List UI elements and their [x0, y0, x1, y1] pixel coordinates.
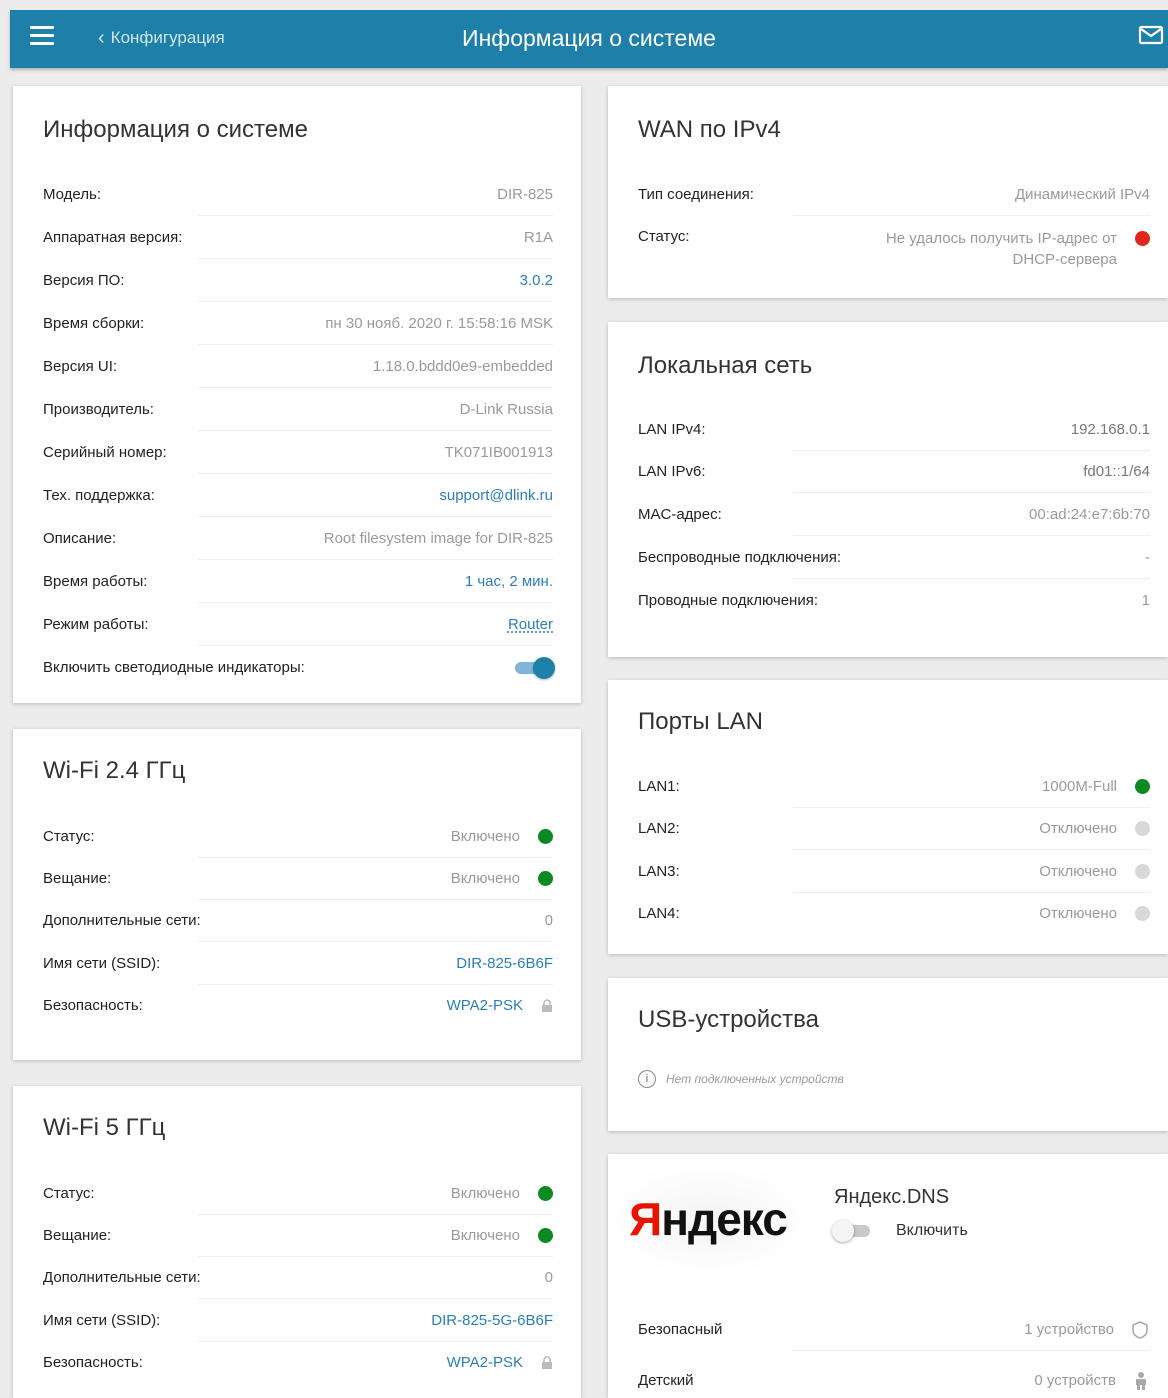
support-email-link[interactable]: support@dlink.ru: [439, 487, 553, 504]
row-wifi5-extra: Дополнительные сети: 0: [43, 1256, 553, 1299]
top-bar: ‹ Конфигурация Информация о системе: [10, 10, 1168, 68]
wifi5-security-link[interactable]: WPA2-PSK: [447, 1354, 523, 1371]
row-serial: Серийный номер: TK071IB001913: [43, 431, 553, 474]
row-build-time: Время сборки: пн 30 нояб. 2020 г. 15:58:…: [43, 302, 553, 345]
info-icon: i: [638, 1070, 656, 1088]
row-wan-type: Тип соединения: Динамический IPv4: [638, 173, 1150, 216]
lan-ports-card: Порты LAN LAN1: 1000M-Full LAN2: Отключе…: [608, 680, 1168, 954]
row-led: Включить светодиодные индикаторы:: [43, 646, 555, 689]
led-toggle[interactable]: [515, 656, 555, 679]
card-title: WAN по IPv4: [638, 116, 781, 143]
lock-icon: [542, 1355, 552, 1369]
card-title: USB-устройства: [638, 1006, 819, 1033]
row-hw-version: Аппаратная версия: R1A: [43, 216, 553, 259]
row-lan-wireless: Беспроводные подключения: -: [638, 536, 1150, 579]
row-wifi5-security: Безопасность: WPA2-PSK: [43, 1341, 553, 1384]
row-yandex-safe: Безопасный 1 устройство: [638, 1308, 1150, 1351]
row-mode: Режим работы: Router: [43, 603, 553, 646]
page-title: Информация о системе: [462, 25, 716, 51]
status-ok-icon: [538, 1186, 553, 1201]
row-uptime: Время работы: 1 час, 2 мин.: [43, 560, 553, 603]
wifi-24-card: Wi-Fi 2.4 ГГц Статус: Включено Вещание: …: [13, 729, 581, 1060]
wifi24-security-link[interactable]: WPA2-PSK: [447, 997, 523, 1014]
row-wifi24-extra: Дополнительные сети: 0: [43, 899, 553, 942]
port-down-icon: [1135, 864, 1150, 879]
port-down-icon: [1135, 906, 1150, 921]
status-ok-icon: [538, 871, 553, 886]
wifi24-ssid-link[interactable]: DIR-825-6B6F: [456, 955, 553, 972]
wifi-5-card: Wi-Fi 5 ГГц Статус: Включено Вещание: Вк…: [13, 1086, 581, 1398]
row-ui-version: Версия UI: 1.18.0.bddd0e9-embedded: [43, 345, 553, 388]
mail-icon[interactable]: [1138, 24, 1164, 46]
row-wifi24-security: Безопасность: WPA2-PSK: [43, 984, 553, 1027]
status-error-icon: [1135, 231, 1150, 246]
status-ok-icon: [538, 829, 553, 844]
card-title: Wi-Fi 5 ГГц: [43, 1114, 166, 1141]
fw-version-link[interactable]: 3.0.2: [520, 272, 553, 289]
row-port-lan2: LAN2: Отключено: [638, 807, 1150, 850]
card-title: Локальная сеть: [638, 352, 813, 379]
row-yandex-kids: Детский 0 устройств: [638, 1359, 1150, 1398]
row-wifi24-ssid: Имя сети (SSID): DIR-825-6B6F: [43, 942, 553, 985]
child-icon: [1136, 1371, 1146, 1390]
card-title: Порты LAN: [638, 708, 764, 735]
row-port-lan4: LAN4: Отключено: [638, 892, 1150, 935]
row-support: Тех. поддержка: support@dlink.ru: [43, 474, 553, 517]
wan-card: WAN по IPv4 Тип соединения: Динамический…: [608, 86, 1168, 298]
yandex-dns-toggle[interactable]: [832, 1220, 872, 1242]
yandex-dns-enable: Включить: [832, 1220, 968, 1242]
yandex-logo: Яндекс: [608, 1164, 808, 1274]
row-wifi5-ssid: Имя сети (SSID): DIR-825-5G-6B6F: [43, 1299, 553, 1342]
yandex-dns-title: Яндекс.DNS: [834, 1186, 950, 1208]
yandex-dns-card: Яндекс Яндекс.DNS Включить Безопасный 1 …: [608, 1154, 1168, 1398]
usb-devices-card: USB-устройства i Нет подключенных устрой…: [608, 978, 1168, 1131]
status-ok-icon: [538, 1228, 553, 1243]
shield-icon: [1132, 1320, 1148, 1339]
lock-icon: [542, 998, 552, 1012]
row-model: Модель: DIR-825: [43, 173, 553, 216]
card-title: Wi-Fi 2.4 ГГц: [43, 757, 186, 784]
wifi5-ssid-link[interactable]: DIR-825-5G-6B6F: [431, 1312, 553, 1329]
row-wifi24-status: Статус: Включено: [43, 815, 553, 858]
row-lan-wired: Проводные подключения: 1: [638, 592, 1150, 609]
row-wifi5-broadcast: Вещание: Включено: [43, 1214, 553, 1257]
row-vendor: Производитель: D-Link Russia: [43, 388, 553, 431]
port-up-icon: [1135, 779, 1150, 794]
usb-empty-note: i Нет подключенных устройств: [638, 1070, 844, 1088]
row-wifi24-broadcast: Вещание: Включено: [43, 857, 553, 900]
row-wifi5-status: Статус: Включено: [43, 1172, 553, 1215]
row-lan-ipv6: LAN IPv6: fd01::1/64: [638, 450, 1150, 493]
card-title: Информация о системе: [43, 116, 308, 143]
row-port-lan1: LAN1: 1000M-Full: [638, 765, 1150, 808]
row-port-lan3: LAN3: Отключено: [638, 850, 1150, 893]
row-wan-status: Статус: Не удалось получить IP-адрес от …: [638, 216, 1150, 274]
port-down-icon: [1135, 821, 1150, 836]
work-mode-link[interactable]: Router: [508, 616, 553, 633]
local-network-card: Локальная сеть LAN IPv4: 192.168.0.1 LAN…: [608, 322, 1168, 657]
system-info-card: Информация о системе Модель: DIR-825 Апп…: [13, 86, 581, 703]
row-lan-mac: MAC-адрес: 00:ad:24:e7:6b:70: [638, 493, 1150, 536]
row-fw-version: Версия ПО: 3.0.2: [43, 259, 553, 302]
row-lan-ipv4: LAN IPv4: 192.168.0.1: [638, 408, 1150, 451]
row-description: Описание: Root filesystem image for DIR-…: [43, 517, 553, 560]
